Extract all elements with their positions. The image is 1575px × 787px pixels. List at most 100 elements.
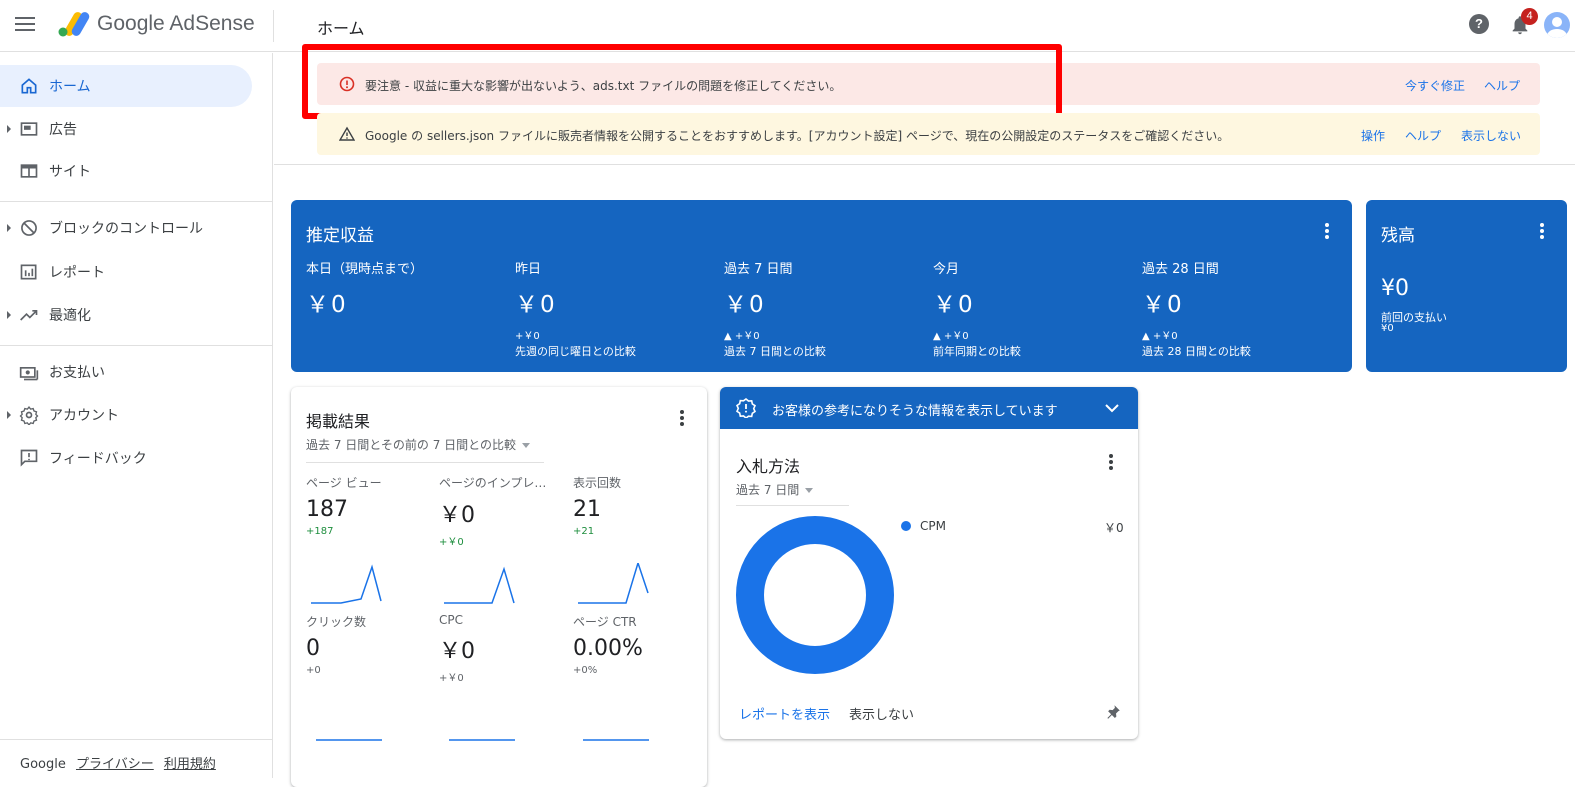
date-range-dropdown[interactable]: 過去 7 日間 [736, 481, 814, 498]
metric-impressions[interactable]: 表示回数 21 +21 [573, 474, 698, 537]
metric-label: CPC [439, 613, 463, 627]
expand-arrow-icon[interactable] [7, 311, 11, 319]
sidebar-item-label: サイト [49, 164, 91, 180]
sidebar-divider [0, 345, 273, 346]
more-vert-icon[interactable] [1109, 454, 1113, 470]
sidebar-divider [0, 201, 273, 202]
earnings-label: 過去 7 日間 [724, 262, 793, 277]
earnings-value: ￥0 [515, 292, 557, 318]
earnings-value: ￥0 [933, 292, 975, 318]
payments-icon [19, 367, 39, 381]
fix-now-link[interactable]: 今すぐ修正 [1405, 77, 1465, 94]
performance-card: 掲載結果 過去 7 日間とその前の 7 日間との比較 ページ ビュー 187 +… [291, 387, 707, 787]
metric-delta: +0% [573, 665, 598, 676]
metric-delta: +21 [573, 526, 595, 537]
sidebar-item-blocking-controls[interactable]: ブロックのコントロール [0, 207, 252, 249]
sellers-json-alert: Google の sellers.json ファイルに販売者情報を公開することを… [317, 113, 1540, 155]
help-icon[interactable]: ? [1469, 14, 1489, 34]
action-link[interactable]: 操作 [1361, 127, 1385, 144]
metric-value: 0 [306, 636, 320, 661]
metric-page-rpm[interactable]: ページのインプレ… ￥0 +￥0 [439, 474, 564, 548]
home-icon [21, 78, 37, 94]
sidebar-item-account[interactable]: アカウント [0, 394, 252, 436]
expand-arrow-icon[interactable] [7, 411, 11, 419]
header-divider [273, 10, 274, 42]
sidebar-item-home[interactable]: ホーム [0, 65, 252, 107]
help-link[interactable]: ヘルプ [1405, 127, 1441, 144]
metric-label: ページ CTR [573, 615, 637, 629]
more-vert-icon[interactable] [1325, 223, 1329, 239]
chevron-down-icon[interactable] [1104, 400, 1120, 416]
dismiss-button[interactable]: 表示しない [849, 704, 914, 723]
page-title: ホーム [317, 19, 365, 38]
metric-label: クリック数 [306, 615, 367, 629]
donut-slice-cpm [736, 516, 894, 674]
sidebar-item-sites[interactable]: サイト [0, 150, 252, 192]
metric-page-ctr[interactable]: ページ CTR 0.00% +0% [573, 613, 698, 676]
earnings-delta: ▲ +￥0 [933, 331, 969, 342]
expand-arrow-icon[interactable] [7, 125, 11, 133]
earnings-today: 本日（現時点まで） ￥0 [306, 258, 506, 319]
legend-label-cpm: CPM [920, 519, 946, 533]
metric-label: 表示回数 [573, 476, 622, 490]
metric-value: 187 [306, 497, 348, 522]
sidebar-item-feedback[interactable]: フィードバック [0, 437, 252, 479]
optimization-icon [20, 310, 38, 321]
sparkline-page-ctr [583, 739, 649, 741]
view-report-link[interactable]: レポートを表示 [739, 704, 830, 723]
earnings-last-7-days: 過去 7 日間 ￥0 ▲ +￥0 過去 7 日間との比較 [724, 258, 924, 359]
metric-delta: +0 [306, 665, 321, 676]
sites-icon [20, 164, 38, 178]
metric-label: ページ ビュー [306, 476, 382, 490]
balance-card: 残高 ¥0 前回の支払い ¥0 [1366, 200, 1567, 372]
chevron-down-icon [522, 443, 531, 448]
metric-value: 21 [573, 497, 601, 522]
sidebar-item-label: ホーム [49, 79, 91, 95]
comparison-dropdown-label: 過去 7 日間とその前の 7 日間との比較 [306, 438, 517, 452]
sidebar-item-label: レポート [49, 265, 105, 281]
earnings-label: 本日（現時点まで） [306, 262, 424, 277]
brand-name: Google AdSense [97, 12, 255, 35]
terms-link[interactable]: 利用規約 [164, 757, 216, 772]
sidebar-item-label: ブロックのコントロール [49, 221, 203, 237]
help-link[interactable]: ヘルプ [1484, 77, 1520, 94]
metric-clicks[interactable]: クリック数 0 +0 [306, 613, 431, 676]
info-header[interactable]: お客様の参考になりそうな情報を表示しています [720, 387, 1138, 429]
earnings-yesterday: 昨日 ￥0 +￥0 先週の同じ曜日との比較 [515, 258, 715, 359]
earnings-delta: ▲ +￥0 [724, 331, 760, 342]
privacy-link[interactable]: プライバシー [76, 757, 154, 772]
bidding-donut-chart [736, 516, 894, 674]
earnings-compare: 過去 7 日間との比較 [724, 345, 826, 358]
footer-google: Google [20, 757, 66, 772]
metric-cpc[interactable]: CPC ￥0 +￥0 [439, 613, 564, 684]
sidebar-item-label: お支払い [49, 365, 105, 381]
comparison-dropdown[interactable]: 過去 7 日間とその前の 7 日間との比較 [306, 436, 531, 453]
expand-arrow-icon[interactable] [7, 224, 11, 232]
sidebar-item-label: 広告 [49, 122, 77, 138]
more-vert-icon[interactable] [680, 410, 684, 426]
earnings-value: ￥0 [1142, 292, 1184, 318]
last-payment-value: ¥0 [1381, 323, 1394, 334]
dropdown-underline [306, 462, 544, 463]
menu-icon[interactable] [14, 14, 36, 36]
info-header-text: お客様の参考になりそうな情報を表示しています [772, 404, 1058, 419]
avatar[interactable] [1544, 12, 1570, 38]
sidebar-item-reports[interactable]: レポート [0, 251, 252, 293]
more-vert-icon[interactable] [1540, 223, 1544, 239]
pin-icon[interactable] [1104, 703, 1122, 721]
adsense-logo-icon [58, 12, 90, 37]
sidebar-item-ads[interactable]: 広告 [0, 108, 252, 150]
metric-value: ￥0 [439, 503, 475, 528]
dismiss-link[interactable]: 表示しない [1461, 127, 1521, 144]
content-divider [274, 164, 1575, 165]
sidebar-item-payments[interactable]: お支払い [0, 351, 252, 393]
legend-dot-cpm [901, 521, 911, 531]
sidebar-item-optimization[interactable]: 最適化 [0, 294, 252, 336]
sidebar-item-label: 最適化 [49, 308, 91, 324]
card-title: 推定収益 [306, 226, 374, 246]
metric-page-views[interactable]: ページ ビュー 187 +187 [306, 474, 431, 537]
earnings-compare: 過去 28 日間との比較 [1142, 345, 1251, 358]
earnings-last-28-days: 過去 28 日間 ￥0 ▲ +￥0 過去 28 日間との比較 [1142, 258, 1342, 359]
sparkline-cpc [449, 739, 515, 741]
earnings-this-month: 今月 ￥0 ▲ +￥0 前年同期との比較 [933, 258, 1133, 359]
